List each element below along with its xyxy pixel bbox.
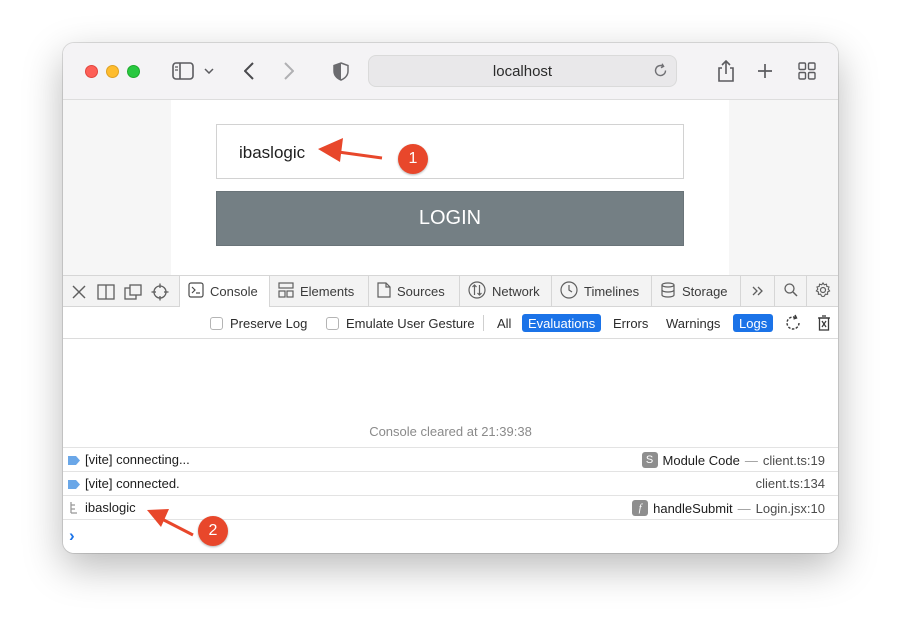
arrow-1-icon — [318, 138, 383, 162]
annotation-arrows — [147, 138, 383, 537]
arrow-2-icon — [147, 509, 194, 537]
callout-badge-2: 2 — [198, 516, 228, 546]
browser-window: localhost ibaslogic LOGIN Console Elemen… — [63, 43, 838, 553]
callout-badge-1: 1 — [398, 144, 428, 174]
